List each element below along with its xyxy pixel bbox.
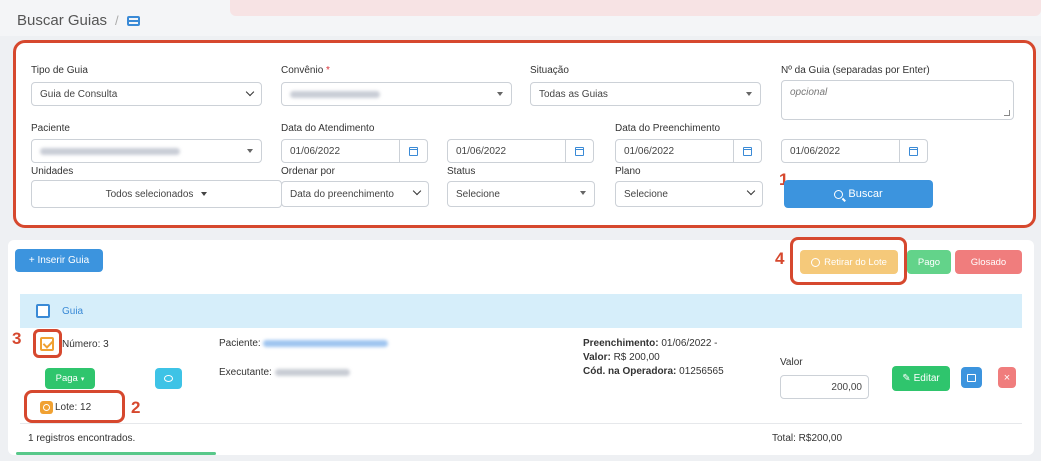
inserir-guia-button[interactable]: + Inserir Guia xyxy=(15,249,103,272)
resize-handle[interactable] xyxy=(1004,110,1010,116)
print-button[interactable] xyxy=(961,367,982,388)
paciente-row: Paciente: xyxy=(219,338,389,349)
results-panel: + Inserir Guia 4 Retirar do Lote Pago Gl… xyxy=(8,237,1034,455)
annotation-2: 2 xyxy=(131,398,141,417)
numero-guia-label: Nº da Guia (separadas por Enter) xyxy=(781,65,930,76)
caret-down-icon xyxy=(497,92,503,96)
guia-table-header: Guia xyxy=(20,294,1022,328)
tipo-guia-value: Guia de Consulta xyxy=(40,88,118,100)
executante-row: Executante: xyxy=(219,367,350,378)
card-icon xyxy=(126,15,140,26)
circle-arrow-icon xyxy=(811,257,821,267)
numero-text: Número: 3 xyxy=(62,339,109,350)
data-preenchimento-to[interactable]: 01/06/2022 xyxy=(781,139,928,163)
plano-label: Plano xyxy=(615,166,641,177)
filter-panel: Tipo de Guia Guia de Consulta Convênio *… xyxy=(13,40,1036,228)
paciente-label: Paciente xyxy=(31,123,70,134)
lote-row: Lote: 12 xyxy=(40,401,91,414)
row-checkbox[interactable] xyxy=(40,337,54,351)
valor-input[interactable]: 200,00 xyxy=(780,375,869,399)
caret-down-icon xyxy=(201,192,208,196)
print-icon xyxy=(967,373,976,382)
search-icon xyxy=(834,189,844,199)
horizontal-scrollbar[interactable] xyxy=(16,452,216,455)
valor-field-label: Valor xyxy=(780,357,803,368)
convenio-select[interactable] xyxy=(281,82,512,106)
calendar-icon xyxy=(575,146,584,156)
tipo-guia-label: Tipo de Guia xyxy=(31,65,88,76)
comment-button[interactable] xyxy=(155,368,182,389)
select-all-checkbox[interactable] xyxy=(36,304,50,318)
lote-icon xyxy=(40,401,53,414)
situacao-value: Todas as Guias xyxy=(539,88,608,100)
buscar-button[interactable]: Buscar xyxy=(784,180,933,208)
data-preenchimento-label: Data do Preenchimento xyxy=(615,123,721,134)
numero-guia-placeholder: opcional xyxy=(790,87,828,98)
chat-icon xyxy=(164,375,173,382)
situacao-select[interactable]: Todas as Guias xyxy=(530,82,761,106)
ordenar-por-select[interactable]: Data do preenchimento xyxy=(281,181,429,207)
calendar-button[interactable] xyxy=(399,140,427,162)
unidades-multiselect[interactable]: Todos selecionados xyxy=(31,180,282,208)
executante-redacted xyxy=(274,368,350,376)
cod-operadora-row: Cód. na Operadora: 01256565 xyxy=(583,366,724,377)
data-preenchimento-from[interactable]: 01/06/2022 xyxy=(615,139,762,163)
calendar-icon xyxy=(909,146,918,156)
retirar-lote-button[interactable]: Retirar do Lote xyxy=(800,250,898,274)
glosado-button[interactable]: Glosado xyxy=(955,250,1022,274)
data-atendimento-label: Data do Atendimento xyxy=(281,123,375,134)
chevron-down-icon xyxy=(412,186,422,196)
editar-button[interactable]: ✎ Editar xyxy=(892,366,950,391)
calendar-icon xyxy=(743,146,752,156)
plano-select[interactable]: Selecione xyxy=(615,181,763,207)
calendar-button[interactable] xyxy=(733,140,761,162)
calendar-button[interactable] xyxy=(565,140,593,162)
data-atendimento-from[interactable]: 01/06/2022 xyxy=(281,139,428,163)
convenio-value-redacted xyxy=(290,90,380,98)
data-atendimento-to[interactable]: 01/06/2022 xyxy=(447,139,594,163)
edit-icon: ✎ xyxy=(902,373,911,384)
valor-row: Valor: R$ 200,00 xyxy=(583,352,660,363)
records-count: 1 registros encontrados. xyxy=(28,433,136,444)
paciente-select[interactable] xyxy=(31,139,262,163)
annotation-3: 3 xyxy=(12,329,22,348)
preenchimento-row: Preenchimento: 01/06/2022 - xyxy=(583,338,718,349)
alert-bar xyxy=(230,0,1041,16)
numero-guia-textarea[interactable]: opcional xyxy=(781,80,1014,120)
ordenar-por-label: Ordenar por xyxy=(281,166,335,177)
delete-button[interactable]: × xyxy=(998,367,1016,388)
pago-button[interactable]: Pago xyxy=(907,250,951,274)
paciente-value-redacted xyxy=(40,147,180,155)
calendar-button[interactable] xyxy=(899,140,927,162)
annotation-4: 4 xyxy=(775,249,785,268)
page-title-text: Buscar Guias xyxy=(17,12,108,29)
chevron-down-icon xyxy=(746,186,756,196)
tipo-guia-select[interactable]: Guia de Consulta xyxy=(31,82,262,106)
calendar-icon xyxy=(409,146,418,156)
top-band xyxy=(0,0,1041,36)
total-value: Total: R$200,00 xyxy=(772,433,843,444)
caret-down-icon xyxy=(580,191,586,195)
chevron-down-icon xyxy=(245,87,255,97)
page-title: Buscar Guias / xyxy=(17,12,140,29)
caret-down-icon xyxy=(746,92,752,96)
guia-header-label: Guia xyxy=(62,305,84,317)
row-divider xyxy=(20,423,1022,424)
paciente-link-redacted[interactable] xyxy=(263,339,389,347)
paga-status-button[interactable]: Paga ▾ xyxy=(45,368,95,389)
status-label: Status xyxy=(447,166,476,177)
breadcrumb-separator: / xyxy=(115,13,119,28)
unidades-label: Unidades xyxy=(31,166,74,177)
convenio-label: Convênio * xyxy=(281,65,330,76)
caret-down-icon xyxy=(247,149,253,153)
status-select[interactable]: Selecione xyxy=(447,181,595,207)
situacao-label: Situação xyxy=(530,65,569,76)
